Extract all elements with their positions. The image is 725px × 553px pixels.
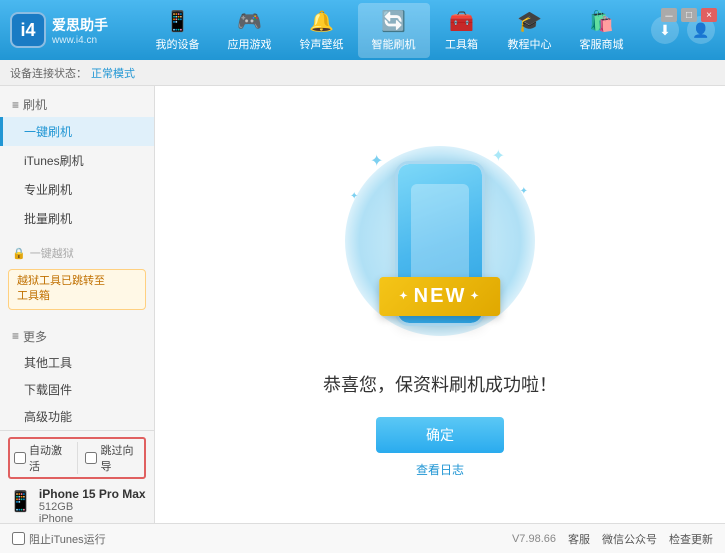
- sidebar: ≡ 刷机 一键刷机 iTunes刷机 专业刷机 批量刷机 🔒 一键越狱 越狱工具…: [0, 86, 155, 523]
- nav-label-apps-games: 应用游戏: [228, 36, 272, 52]
- skip-guide-input[interactable]: [85, 452, 97, 464]
- warning-text: 越狱工具已跳转至工具箱: [17, 275, 105, 302]
- status-right: V7.98.66 客服 微信公众号 检查更新: [512, 531, 713, 547]
- more-section-label: 更多: [23, 328, 47, 345]
- skip-guide-checkbox[interactable]: 跳过向导: [85, 442, 140, 474]
- itunes-input[interactable]: [12, 532, 25, 545]
- sidebar-item-one-key-flash[interactable]: 一键刷机: [0, 117, 154, 146]
- star-4: ✦: [520, 186, 528, 197]
- auto-activate-label: 自动激活: [29, 442, 69, 474]
- window-controls: － □ ×: [661, 8, 717, 22]
- flash-section-icon: ≡: [12, 98, 19, 112]
- nav-icon-toolbox: 🧰: [449, 9, 474, 34]
- nav-label-smart-flash: 智能刷机: [372, 36, 416, 52]
- device-info: 📱 iPhone 15 Pro Max 512GB iPhone: [8, 485, 146, 527]
- main-layout: ≡ 刷机 一键刷机 iTunes刷机 专业刷机 批量刷机 🔒 一键越狱 越狱工具…: [0, 86, 725, 523]
- nav-icon-tutorial: 🎓: [517, 9, 542, 34]
- sidebar-item-other-tools[interactable]: 其他工具: [0, 349, 154, 376]
- nav-item-tutorial[interactable]: 🎓 教程中心: [494, 3, 566, 58]
- checkbox-row: 自动激活 跳过向导: [8, 437, 146, 479]
- status-left: 阻止iTunes运行: [12, 531, 496, 547]
- nav-icon-smart-flash: 🔄: [381, 9, 406, 34]
- nav-icon-ringtones: 🔔: [309, 9, 334, 34]
- brand-url: www.i4.cn: [52, 35, 108, 46]
- sidebar-bottom: 自动激活 跳过向导 📱 iPhone 15 Pro Max 512GB iPho…: [0, 430, 154, 533]
- mode-label: 设备连接状态：: [10, 65, 87, 81]
- sidebar-item-advanced[interactable]: 高级功能: [0, 403, 154, 430]
- maximize-button[interactable]: □: [681, 8, 697, 22]
- device-name: iPhone 15 Pro Max: [39, 487, 146, 501]
- nav-item-apps-games[interactable]: 🎮 应用游戏: [214, 3, 286, 58]
- device-phone-icon: 📱: [8, 489, 33, 514]
- auto-activate-input[interactable]: [14, 452, 26, 464]
- close-button[interactable]: ×: [701, 8, 717, 22]
- itunes-label: 阻止iTunes运行: [29, 531, 106, 547]
- header: i4 爱思助手 www.i4.cn 📱 我的设备 🎮 应用游戏 🔔 铃声壁纸 🔄…: [0, 0, 725, 60]
- nav-label-tutorial: 教程中心: [508, 36, 552, 52]
- confirm-button[interactable]: 确定: [376, 417, 504, 453]
- sidebar-item-pro-flash[interactable]: 专业刷机: [0, 175, 154, 204]
- view-log-link[interactable]: 查看日志: [416, 461, 464, 478]
- logo-text: 爱思助手 www.i4.cn: [52, 15, 108, 46]
- mode-value: 正常模式: [91, 65, 135, 81]
- status-link-wechat[interactable]: 微信公众号: [602, 531, 657, 547]
- success-illustration: ✦ ✦ ✦ ✦ NEW: [340, 131, 540, 351]
- itunes-checkbox[interactable]: 阻止iTunes运行: [12, 531, 106, 547]
- nav-item-toolbox[interactable]: 🧰 工具箱: [430, 3, 494, 58]
- skip-guide-label: 跳过向导: [100, 442, 140, 474]
- star-3: ✦: [350, 191, 358, 202]
- nav-item-smart-flash[interactable]: 🔄 智能刷机: [358, 3, 430, 58]
- content-area: ✦ ✦ ✦ ✦ NEW 恭喜您，保资料刷机成功啦！ 确定 查看日志: [155, 86, 725, 523]
- sidebar-item-batch-flash[interactable]: 批量刷机: [0, 204, 154, 233]
- brand-name: 爱思助手: [52, 15, 108, 35]
- success-message: 恭喜您，保资料刷机成功啦！: [323, 371, 557, 397]
- logo: i4 爱思助手 www.i4.cn: [10, 12, 108, 48]
- nav-icon-service: 🛍️: [589, 9, 614, 34]
- nav-label-ringtones: 铃声壁纸: [300, 36, 344, 52]
- minimize-button[interactable]: －: [661, 8, 677, 22]
- star-2: ✦: [492, 146, 505, 166]
- nav-item-service[interactable]: 🛍️ 客服商城: [566, 3, 638, 58]
- version-label: V7.98.66: [512, 533, 556, 545]
- auto-activate-checkbox[interactable]: 自动激活: [14, 442, 69, 474]
- nav-label-my-device: 我的设备: [156, 36, 200, 52]
- breadcrumb: 设备连接状态： 正常模式: [0, 60, 725, 86]
- sidebar-section-more: ≡ 更多: [0, 322, 154, 349]
- device-details: iPhone 15 Pro Max 512GB iPhone: [39, 487, 146, 525]
- nav-item-ringtones[interactable]: 🔔 铃声壁纸: [286, 3, 358, 58]
- status-link-service[interactable]: 客服: [568, 531, 590, 547]
- sidebar-disabled-jailbreak: 🔒 一键越狱: [0, 241, 154, 265]
- more-section-icon: ≡: [12, 329, 19, 343]
- checkbox-divider: [77, 442, 78, 474]
- new-badge: NEW: [379, 277, 500, 316]
- nav-bar: 📱 我的设备 🎮 应用游戏 🔔 铃声壁纸 🔄 智能刷机 🧰 工具箱 🎓 教程中心…: [128, 3, 651, 58]
- nav-label-toolbox: 工具箱: [445, 36, 478, 52]
- logo-icon: i4: [10, 12, 46, 48]
- sidebar-section-flash: ≡ 刷机: [0, 90, 154, 117]
- device-type: iPhone: [39, 513, 146, 525]
- status-link-update[interactable]: 检查更新: [669, 531, 713, 547]
- device-storage: 512GB: [39, 501, 146, 513]
- nav-icon-my-device: 📱: [165, 9, 190, 34]
- lock-icon: 🔒: [12, 247, 26, 260]
- nav-label-service: 客服商城: [580, 36, 624, 52]
- star-1: ✦: [370, 151, 383, 171]
- flash-section-label: 刷机: [23, 96, 47, 113]
- jailbreak-label: 一键越狱: [30, 245, 74, 261]
- nav-icon-apps-games: 🎮: [237, 9, 262, 34]
- sidebar-warning-box: 越狱工具已跳转至工具箱: [8, 269, 146, 310]
- sidebar-item-download-firmware[interactable]: 下载固件: [0, 376, 154, 403]
- sidebar-item-itunes-flash[interactable]: iTunes刷机: [0, 146, 154, 175]
- nav-item-my-device[interactable]: 📱 我的设备: [142, 3, 214, 58]
